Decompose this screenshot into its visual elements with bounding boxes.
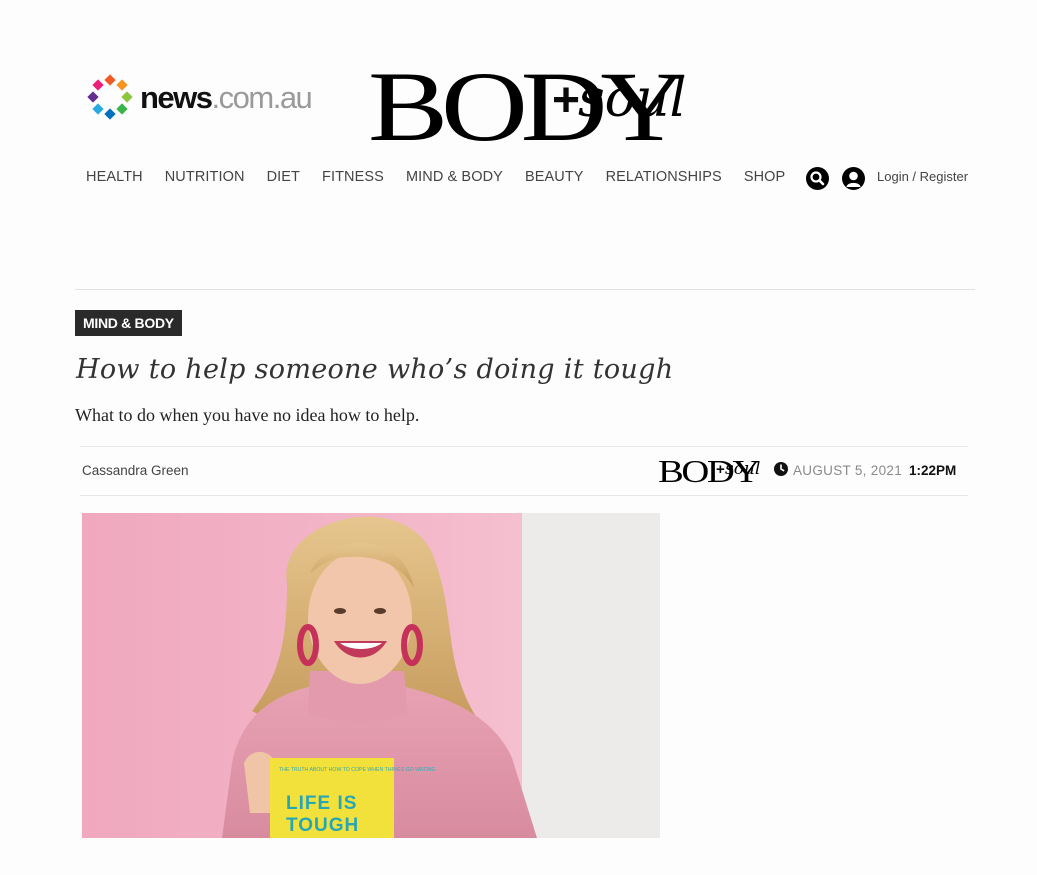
white-wall xyxy=(522,513,660,838)
face xyxy=(308,552,412,684)
byline-bar: Cassandra Green BODY + soul AUGUST 5, 20… xyxy=(80,446,968,496)
article-headline: How to help someone who’s doing it tough xyxy=(76,354,674,385)
nav-item-shop[interactable]: SHOP xyxy=(744,169,786,185)
publish-date: AUGUST 5, 2021 xyxy=(793,463,903,478)
main-nav: HEALTH NUTRITION DIET FITNESS MIND & BOD… xyxy=(75,169,796,185)
news-logo-wordmark: news.com.au xyxy=(140,79,313,115)
category-tag[interactable]: MIND & BODY xyxy=(75,310,182,336)
masthead-soul-text: soul xyxy=(578,69,686,129)
search-button[interactable] xyxy=(806,167,829,190)
nav-item-diet[interactable]: DIET xyxy=(267,169,300,185)
auth-links: Login / Register xyxy=(877,169,968,184)
clock-icon xyxy=(774,462,788,476)
nav-item-relationships[interactable]: RELATIONSHIPS xyxy=(606,169,722,185)
account-button[interactable] xyxy=(842,167,865,190)
search-icon xyxy=(810,171,825,186)
user-icon xyxy=(846,171,861,187)
hero-image: THE TRUTH ABOUT HOW TO COPE WHEN THINGS … xyxy=(82,513,660,838)
right-eye xyxy=(374,608,386,614)
nav-item-beauty[interactable]: BEAUTY xyxy=(525,169,584,185)
small-logo-plus: + xyxy=(716,461,725,478)
header-divider xyxy=(75,289,975,290)
auth-separator: / xyxy=(908,169,920,184)
nav-item-mind-body[interactable]: MIND & BODY xyxy=(406,169,503,185)
body-soul-small-logo: BODY + soul xyxy=(658,453,762,487)
left-eye xyxy=(334,608,346,614)
small-logo-soul-text: soul xyxy=(725,459,760,479)
publish-time: 1:22PM xyxy=(909,463,957,478)
book-title-line1: LIFE IS xyxy=(286,793,357,814)
nav-item-fitness[interactable]: FITNESS xyxy=(322,169,384,185)
author-name[interactable]: Cassandra Green xyxy=(82,463,189,478)
book-subtitle: THE TRUTH ABOUT HOW TO COPE WHEN THINGS … xyxy=(279,767,436,773)
book-title-line2: TOUGH xyxy=(286,815,359,836)
body-soul-logo[interactable]: BODY + soul xyxy=(368,52,688,152)
register-link[interactable]: Register xyxy=(920,169,968,184)
news-com-au-logo[interactable]: news.com.au xyxy=(87,74,313,120)
masthead-plus: + xyxy=(552,74,580,127)
nav-item-nutrition[interactable]: NUTRITION xyxy=(165,169,245,185)
login-link[interactable]: Login xyxy=(877,169,909,184)
news-logo-icon xyxy=(87,74,133,120)
article-standfirst: What to do when you have no idea how to … xyxy=(75,405,420,425)
nav-item-health[interactable]: HEALTH xyxy=(86,169,143,185)
